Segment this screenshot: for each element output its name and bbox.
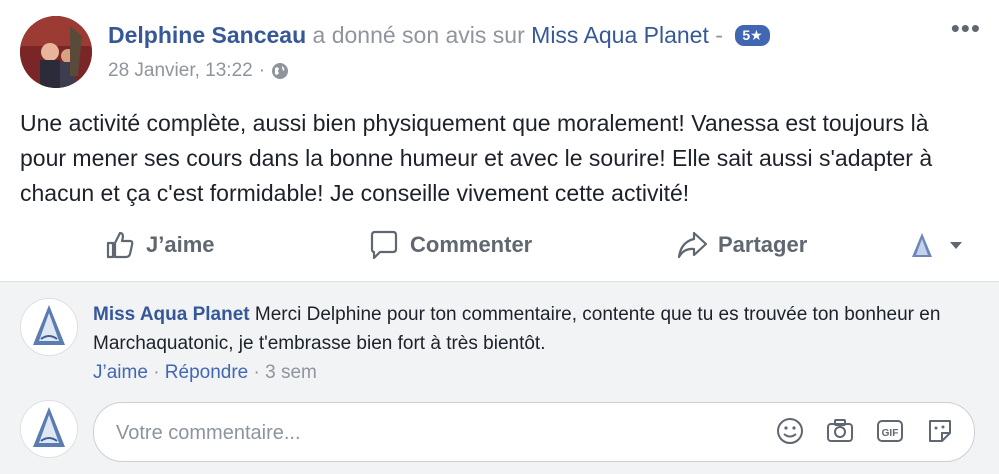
comment-composer[interactable]: GIF	[93, 402, 975, 462]
post-body: Une activité complète, aussi bien physiq…	[20, 110, 933, 206]
rating-badge: 5★	[735, 25, 770, 46]
review-verb: a donné son avis sur	[312, 22, 525, 48]
reply-like-link[interactable]: J’aime	[93, 362, 148, 383]
meta-dot: ·	[258, 60, 266, 81]
post-header: Delphine Sanceau a donné son avis sur Mi…	[108, 22, 770, 49]
reply-dot-2: ·	[253, 362, 260, 383]
chevron-down-icon	[950, 242, 962, 249]
comment-input[interactable]	[114, 417, 718, 449]
sticker-icon[interactable]	[924, 415, 956, 447]
composer-avatar	[20, 400, 78, 458]
comment-label: Commenter	[410, 232, 533, 257]
emoji-icon[interactable]	[774, 415, 806, 447]
gif-icon[interactable]: GIF	[874, 415, 906, 447]
gif-label: GIF	[882, 428, 899, 439]
like-label: J’aime	[146, 232, 215, 257]
reply-reply-link[interactable]: Répondre	[165, 362, 248, 383]
share-button[interactable]: Partager	[676, 222, 807, 268]
comments-section: Miss Aqua Planet Merci Delphine pour ton…	[0, 281, 999, 474]
reply-actions: J’aime · Répondre · 3 sem	[93, 362, 317, 384]
more-icon[interactable]: •••	[951, 15, 981, 41]
reply-author[interactable]: Miss Aqua Planet	[93, 304, 250, 325]
page-name[interactable]: Miss Aqua Planet	[531, 22, 709, 48]
share-icon	[677, 231, 708, 259]
post-meta: 28 Janvier, 13:22 ·	[108, 60, 289, 82]
page-avatar[interactable]	[20, 298, 78, 356]
share-label: Partager	[718, 232, 808, 257]
composer-icons: GIF	[774, 415, 956, 447]
reply-dot-1: ·	[153, 362, 160, 383]
post-as-selector[interactable]	[906, 222, 964, 268]
page-logo-icon	[912, 233, 932, 257]
post-timestamp[interactable]: 28 Janvier, 13:22	[108, 60, 253, 82]
comment-icon	[370, 230, 398, 260]
globe-icon[interactable]	[271, 62, 289, 80]
header-separator: -	[715, 22, 723, 48]
like-button[interactable]: J’aime	[104, 222, 215, 268]
review-post: Delphine Sanceau a donné son avis sur Mi…	[0, 0, 999, 474]
reply-age[interactable]: 3 sem	[265, 362, 317, 383]
camera-icon[interactable]	[824, 415, 856, 447]
thumbs-up-icon	[106, 231, 134, 259]
author-name[interactable]: Delphine Sanceau	[108, 22, 306, 48]
action-bar: J’aime Commenter Partager	[0, 222, 999, 268]
reply-comment: Miss Aqua Planet Merci Delphine pour ton…	[93, 300, 953, 358]
comment-button[interactable]: Commenter	[368, 222, 532, 268]
author-avatar[interactable]	[20, 16, 92, 88]
